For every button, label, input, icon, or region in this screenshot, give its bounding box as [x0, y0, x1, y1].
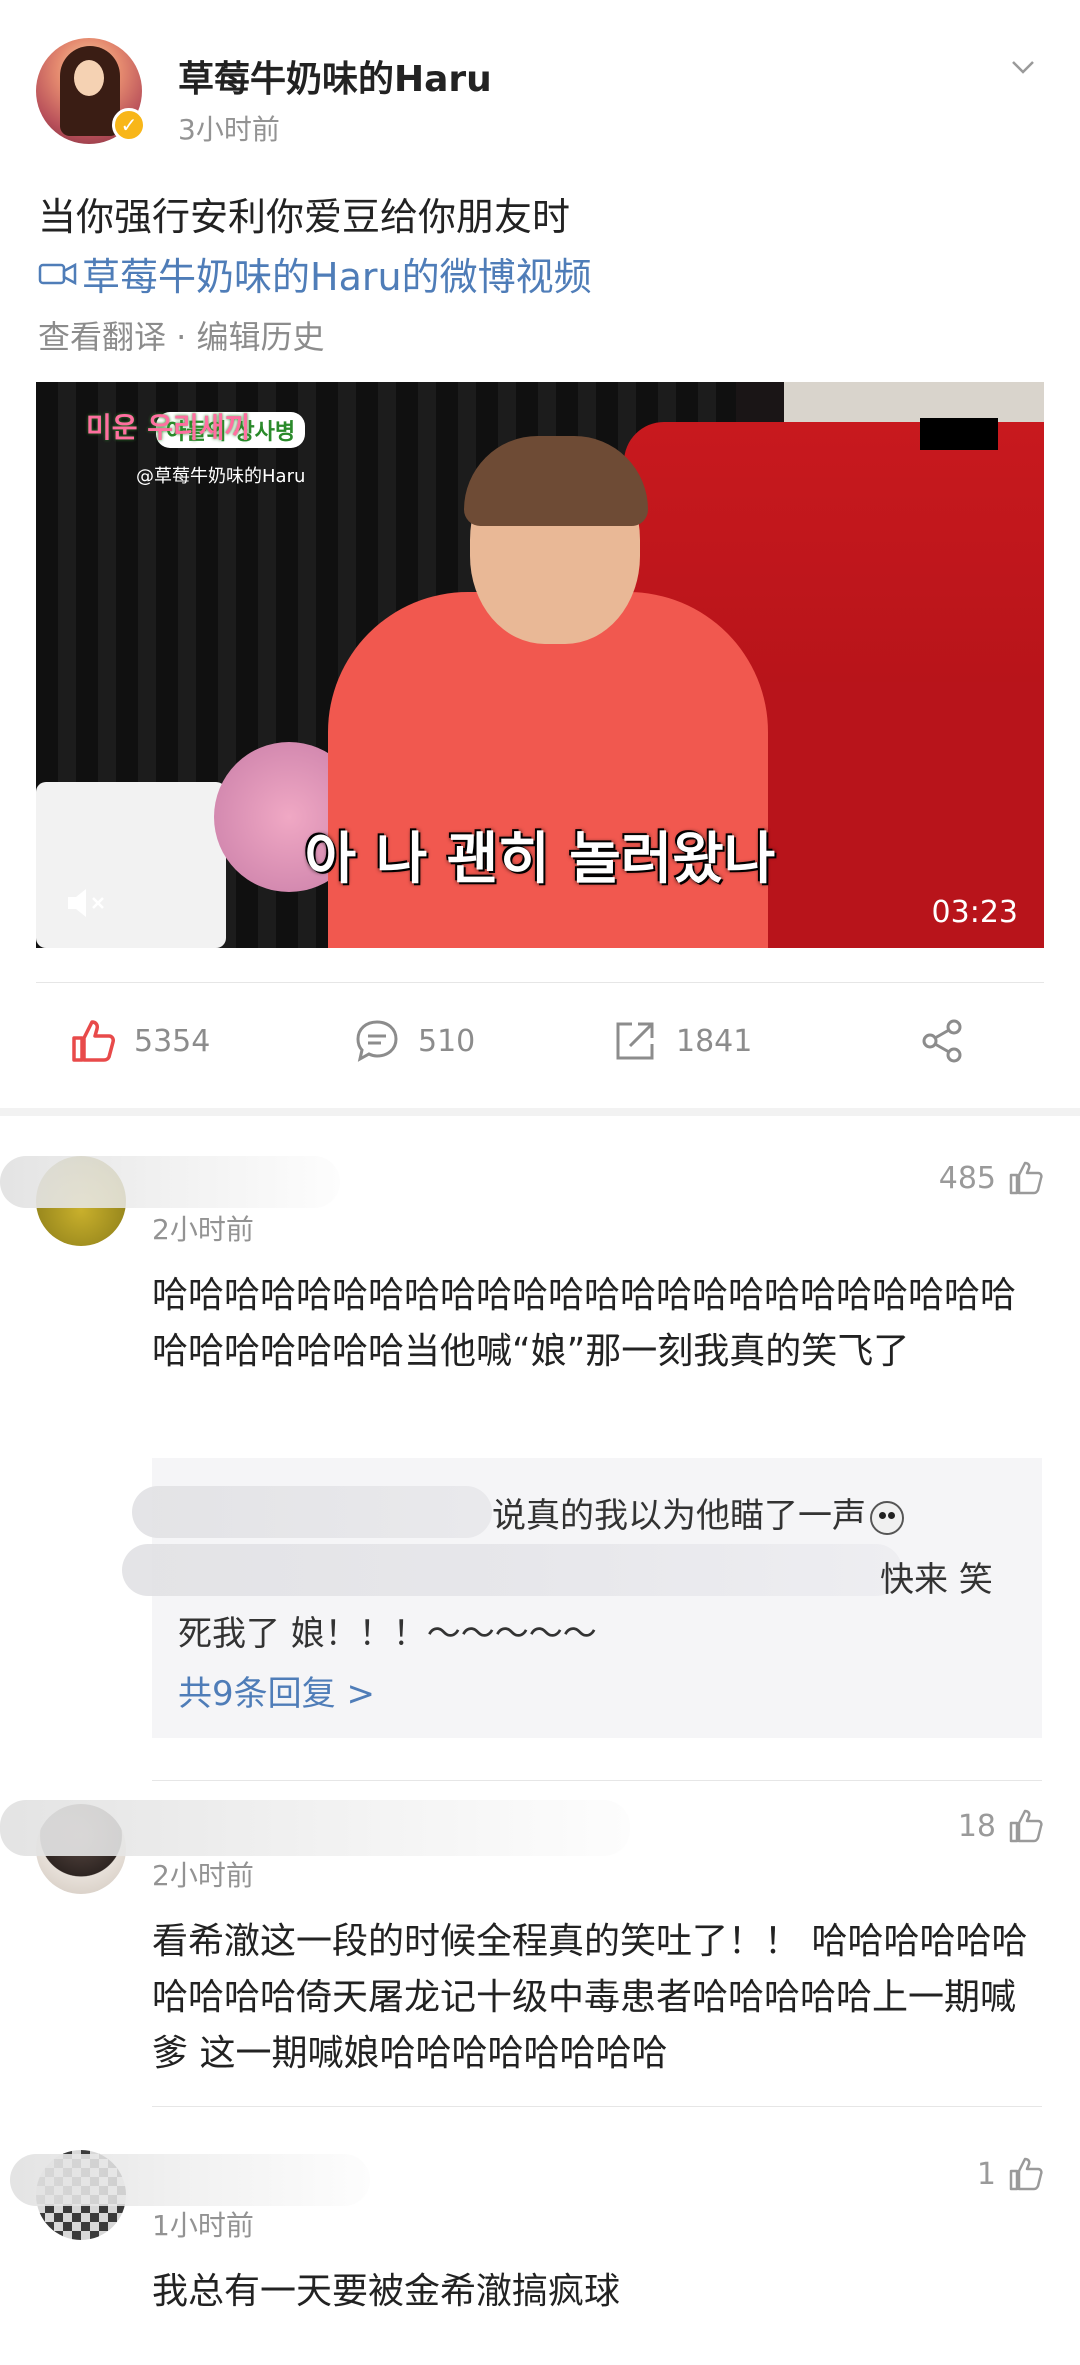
comment-like-button[interactable]: 18 — [958, 1808, 1044, 1844]
post-timestamp: 3小时前 — [178, 113, 280, 146]
comment-like-count: 485 — [938, 1160, 996, 1196]
comment-like-button[interactable]: 485 — [939, 1160, 1044, 1196]
mute-icon[interactable] — [66, 886, 110, 920]
show-logo: 미운 우리새끼 아들의 상사병 — [86, 411, 306, 448]
blurred-username — [0, 1800, 630, 1856]
video-watermark: @草莓牛奶味的Haru — [136, 466, 306, 487]
emoji-icon — [870, 1500, 904, 1535]
comment-like-count: 1 — [976, 2156, 996, 2192]
comment-divider — [152, 1780, 1042, 1781]
comment-text: 哈哈哈哈哈哈哈哈哈哈哈哈哈哈哈哈哈哈哈哈哈哈哈哈哈哈哈哈哈哈哈当他喊“娘”那一刻… — [152, 1275, 1017, 1372]
post-author-name[interactable]: 草莓牛奶味的Haru — [178, 50, 492, 102]
post-text: 当你强行安利你爱豆给你朋友时 — [38, 195, 571, 239]
video-subtitle: 아 나 괜히 놀러왔나 — [304, 827, 776, 892]
share-nodes-icon — [922, 1019, 962, 1063]
reply-preview-box[interactable]: 说真的我以为他瞄了一声 快来 笑 死我了 娘！！！～～～～～ 共9条回复 > — [122, 1458, 1042, 1738]
thumbs-up-icon — [1009, 1809, 1043, 1843]
comment-button[interactable]: 510 — [354, 1014, 475, 1068]
comment-timestamp: 1小时前 — [152, 2209, 254, 2242]
comment-timestamp: 2小时前 — [152, 1213, 254, 1246]
action-bar-divider — [36, 982, 1044, 983]
like-count: 5354 — [134, 1023, 211, 1059]
thumbs-up-icon — [1009, 1161, 1043, 1195]
video-link-label: 草莓牛奶味的Haru的微博视频 — [82, 255, 592, 299]
thumbs-up-icon — [1009, 2157, 1043, 2191]
comment-text: 我总有一天要被金希澈搞疯球 — [152, 2271, 621, 2312]
video-player[interactable]: 미운 우리새끼 아들의 상사병 @草莓牛奶味的Haru 아 나 괜히 놀러왔나 … — [36, 382, 1044, 948]
comment-bubble-icon — [356, 1020, 398, 1062]
section-divider — [0, 1108, 1080, 1116]
like-button[interactable]: 5354 — [70, 1014, 210, 1068]
avatar-face — [74, 60, 104, 96]
weibo-post-page: ✓ 草莓牛奶味的Haru 3小时前 当你强行安利你爱豆给你朋友时 草莓牛奶味的H… — [0, 0, 1080, 2365]
comment-like-count: 18 — [957, 1808, 996, 1844]
thumbs-up-icon — [72, 1020, 115, 1062]
comment-timestamp: 2小时前 — [152, 1859, 254, 1892]
repost-count: 1841 — [676, 1023, 753, 1059]
chevron-down-icon[interactable] — [1010, 54, 1036, 80]
blurred-username — [10, 2154, 370, 2206]
share-button[interactable] — [920, 1014, 984, 1068]
video-link[interactable]: 草莓牛奶味的Haru的微博视频 — [38, 246, 592, 301]
view-all-replies-link[interactable]: 共9条回复 > — [178, 1666, 375, 1715]
verified-badge-icon: ✓ — [112, 108, 146, 142]
reply-text-line1: 说真的我以为他瞄了一声 — [492, 1496, 866, 1536]
post-meta-links[interactable]: 查看翻译 · 编辑历史 — [38, 312, 325, 358]
repost-arrow-icon — [616, 1022, 654, 1060]
comment-like-button[interactable]: 1 — [977, 2156, 1044, 2192]
blurred-reply-text — [122, 1544, 902, 1596]
repost-button[interactable]: 1841 — [612, 1014, 752, 1068]
video-camera-icon — [38, 262, 77, 285]
reply-text-line3: 死我了 娘！！！～～～～～ — [178, 1614, 597, 1654]
comment-divider — [152, 2106, 1042, 2107]
comment-count: 510 — [418, 1023, 476, 1059]
video-censor-box — [920, 418, 998, 450]
reply-text: 说真的我以为他瞄了一声 — [492, 1488, 904, 1537]
show-logo-text: 미운 우리새끼 — [86, 411, 251, 444]
video-duration: 03:23 — [931, 895, 1018, 930]
comment-text: 看希澈这一段的时候全程真的笑吐了！！ 哈哈哈哈哈哈哈哈哈哈倚天屠龙记十级中毒患者… — [152, 1921, 1028, 2074]
reply-text-line2: 快来 笑 — [880, 1560, 993, 1600]
blurred-reply-username — [132, 1486, 492, 1538]
blurred-username — [0, 1156, 340, 1208]
